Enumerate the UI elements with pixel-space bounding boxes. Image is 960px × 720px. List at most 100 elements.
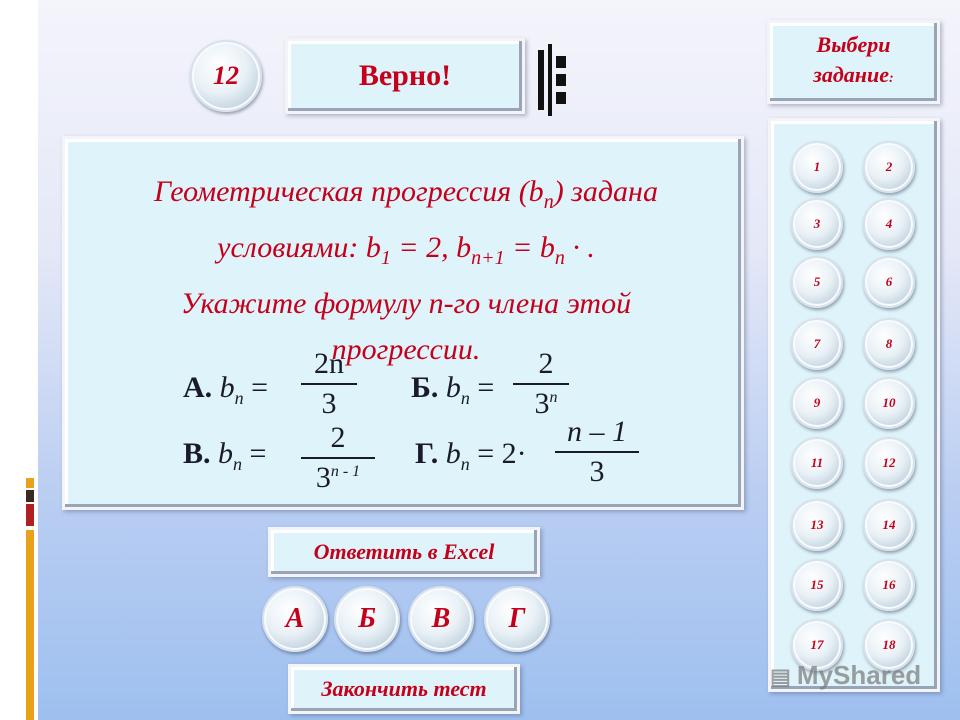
select-task-header: Выбери задание:	[767, 20, 940, 104]
task-button-3[interactable]: 3	[791, 198, 843, 250]
option-d-numerator: n – 1	[567, 415, 627, 448]
task-button-2[interactable]: 2	[863, 141, 915, 193]
status-banner: Верно!	[285, 38, 525, 114]
answer-in-excel-button[interactable]: Ответить в Excel	[268, 527, 540, 577]
question-line2-sub2: n+1	[471, 247, 505, 269]
status-text: Верно!	[358, 59, 452, 92]
option-a-numerator: 2n	[314, 347, 344, 380]
option-c-letter: В.	[183, 437, 211, 470]
left-strip	[0, 0, 38, 720]
option-b-fraction: 2 3n	[513, 347, 569, 421]
answer-button-b-label: Б	[358, 603, 376, 634]
question-line2-sub3: n	[554, 247, 565, 269]
select-task-line2: задание	[813, 62, 890, 87]
question-line2-c: = b	[504, 231, 555, 264]
task-button-9[interactable]: 9	[791, 377, 843, 429]
strip-mark-orange-long	[26, 530, 34, 720]
question-line1-end: ) задана	[553, 175, 658, 208]
select-task-line1: Выбери	[816, 32, 891, 57]
watermark: ▤ MyShared	[770, 660, 922, 690]
answer-button-v[interactable]: В	[408, 586, 474, 652]
task-button-label: 4	[885, 216, 893, 231]
task-button-1[interactable]: 1	[791, 141, 843, 193]
option-b-sub: n	[460, 388, 470, 408]
task-button-11[interactable]: 11	[791, 437, 843, 489]
option-c-denominator-exp: n - 1	[330, 463, 361, 480]
task-button-6[interactable]: 6	[863, 256, 915, 308]
option-d-denominator: 3	[589, 455, 605, 488]
question-line1-sub: n	[543, 191, 554, 213]
option-b-letter: Б.	[411, 371, 439, 404]
option-a-letter: А.	[183, 371, 213, 404]
option-c-fraction: 2 3n - 1	[301, 421, 375, 495]
task-button-label: 6	[885, 274, 893, 289]
option-d-fraction: n – 1 3	[555, 415, 639, 489]
option-d-letter: Г.	[415, 437, 439, 470]
task-button-label: 7	[813, 336, 821, 351]
option-a-lhs: b	[212, 371, 235, 404]
option-d: Г. bn = 2·	[415, 437, 527, 475]
question-text: Геометрическая прогрессия (bn) задана ус…	[65, 169, 747, 373]
option-d-fraction-bar	[555, 451, 639, 453]
option-c-denominator: 3	[315, 461, 331, 494]
strip-mark-orange	[26, 478, 34, 488]
option-d-eq: = 2·	[469, 437, 527, 470]
task-button-4[interactable]: 4	[863, 198, 915, 250]
task-button-label: 10	[882, 395, 896, 410]
option-a-denominator: 3	[321, 387, 337, 420]
task-button-label: 11	[810, 455, 824, 470]
question-counter: 12	[190, 40, 262, 112]
answer-in-excel-label: Ответить в Excel	[313, 539, 495, 564]
answer-button-b[interactable]: Б	[334, 586, 400, 652]
question-line2-sub1: 1	[380, 247, 391, 269]
task-button-label: 9	[813, 395, 821, 410]
option-b-lhs: b	[438, 371, 461, 404]
finish-test-label: Закончить тест	[321, 676, 487, 701]
task-button-label: 12	[882, 455, 896, 470]
question-line3: Укажите формулу n-го члена этой	[180, 287, 632, 320]
select-task-suffix: :	[889, 71, 894, 86]
option-c-sub: n	[233, 454, 243, 474]
option-a-eq: =	[243, 371, 269, 404]
option-d-lhs: b	[438, 437, 461, 470]
answer-button-a[interactable]: А	[262, 586, 328, 652]
answer-button-v-label: В	[431, 603, 451, 634]
option-b: Б. bn =	[411, 371, 494, 409]
option-a-fraction: 2n 3	[301, 347, 357, 421]
option-c-numerator: 2	[330, 421, 346, 454]
counter-label: 12	[213, 61, 239, 90]
strip-mark-red	[26, 504, 34, 526]
answer-button-g-label: Г	[508, 603, 526, 634]
task-button-12[interactable]: 12	[863, 437, 915, 489]
task-button-label: 16	[882, 577, 896, 592]
task-button-15[interactable]: 15	[791, 559, 843, 611]
task-button-label: 3	[813, 216, 821, 231]
task-button-label: 2	[885, 159, 893, 174]
option-a-fraction-bar	[301, 383, 357, 385]
question-line2-b: = 2, b	[390, 231, 472, 264]
task-button-label: 5	[813, 274, 821, 289]
finish-test-button[interactable]: Закончить тест	[288, 664, 520, 714]
question-line2-d: · .	[564, 231, 595, 264]
task-button-13[interactable]: 13	[791, 499, 843, 551]
task-button-10[interactable]: 10	[863, 377, 915, 429]
option-a: А. bn =	[183, 371, 268, 409]
option-c-eq: =	[242, 437, 267, 470]
task-button-5[interactable]: 5	[791, 256, 843, 308]
option-d-sub: n	[460, 454, 470, 474]
task-button-8[interactable]: 8	[863, 318, 915, 370]
option-c-lhs: b	[210, 437, 234, 470]
option-a-sub: n	[234, 388, 244, 408]
question-line2-a: условиями: b	[217, 231, 381, 264]
task-button-14[interactable]: 14	[863, 499, 915, 551]
task-button-label: 14	[882, 517, 896, 532]
answer-button-a-label: А	[285, 603, 305, 634]
answer-button-g[interactable]: Г	[484, 586, 550, 652]
option-b-fraction-bar	[513, 383, 569, 385]
question-panel: Геометрическая прогрессия (bn) задана ус…	[62, 136, 744, 510]
option-b-eq: =	[469, 371, 495, 404]
task-button-7[interactable]: 7	[791, 318, 843, 370]
task-button-16[interactable]: 16	[863, 559, 915, 611]
task-button-label: 18	[882, 637, 896, 652]
task-button-label: 17	[810, 637, 824, 652]
